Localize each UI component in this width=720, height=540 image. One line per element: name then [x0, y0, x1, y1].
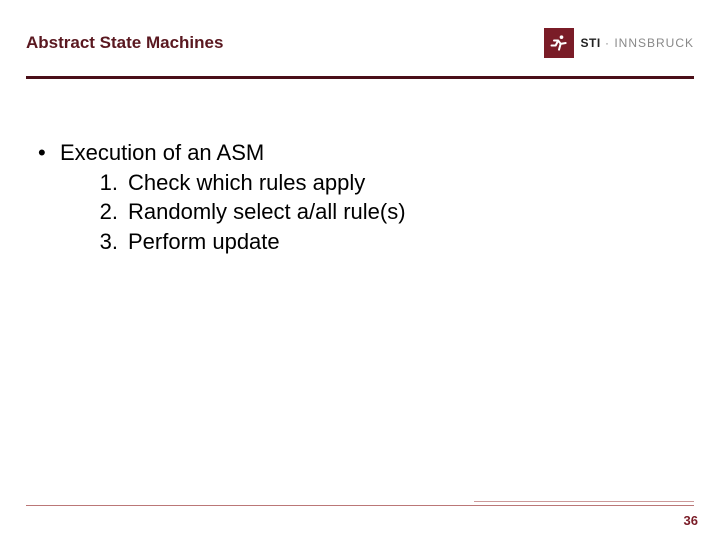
slide: Abstract State Machines STI · INNSBRUCK … — [0, 0, 720, 540]
list-number: 2. — [92, 197, 128, 227]
logo: STI · INNSBRUCK — [544, 28, 694, 58]
numbered-list: 1. Check which rules apply 2. Randomly s… — [38, 168, 682, 257]
bullet-text: Execution of an ASM — [60, 138, 264, 168]
header: Abstract State Machines STI · INNSBRUCK — [26, 28, 694, 58]
footer-accent-line — [474, 501, 694, 502]
list-number: 3. — [92, 227, 128, 257]
footer-divider — [26, 505, 694, 506]
logo-text-bold: STI — [580, 36, 600, 50]
bullet-item: • Execution of an ASM — [38, 138, 682, 168]
list-item: 3. Perform update — [38, 227, 682, 257]
list-item: 2. Randomly select a/all rule(s) — [38, 197, 682, 227]
list-item: 1. Check which rules apply — [38, 168, 682, 198]
slide-title: Abstract State Machines — [26, 33, 223, 53]
list-text: Check which rules apply — [128, 168, 365, 198]
list-text: Randomly select a/all rule(s) — [128, 197, 406, 227]
list-number: 1. — [92, 168, 128, 198]
list-text: Perform update — [128, 227, 280, 257]
logo-text-light: · INNSBRUCK — [601, 36, 694, 50]
content: • Execution of an ASM 1. Check which rul… — [38, 138, 682, 257]
page-number: 36 — [684, 513, 698, 528]
bullet-marker: • — [38, 138, 60, 168]
header-divider — [26, 76, 694, 79]
logo-icon — [544, 28, 574, 58]
running-person-icon — [549, 33, 569, 53]
logo-text: STI · INNSBRUCK — [580, 36, 694, 50]
